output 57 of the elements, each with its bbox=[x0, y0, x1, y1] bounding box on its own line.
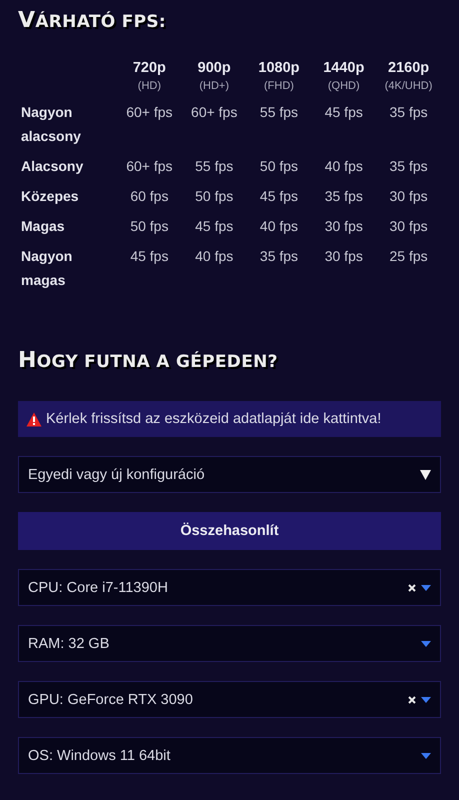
column-header: 720p bbox=[132, 59, 166, 77]
section-title: VÁRHATÓ FPS: bbox=[18, 8, 168, 33]
component-dropdown[interactable]: CPU: Core i7-11390H bbox=[18, 569, 441, 606]
update-link[interactable]: Kérlek frissítsd az eszközeid adatlapját ide kattintva! bbox=[18, 401, 441, 437]
section-title: HOGY FUTNA A GÉPEDEN? bbox=[18, 348, 279, 373]
table-cell-text: 60 fps bbox=[129, 187, 170, 206]
dropdown-arrow-icon bbox=[421, 752, 431, 758]
table-cell-text: 40 fps bbox=[194, 247, 234, 266]
table-cell-text: 45 fps bbox=[129, 247, 170, 266]
column-header: 900p bbox=[198, 59, 231, 77]
column-subheader: (HD+) bbox=[199, 80, 230, 92]
table-cell-text: 40 fps bbox=[324, 157, 364, 176]
clear-icon[interactable] bbox=[408, 696, 416, 704]
dropdown-arrow-icon bbox=[421, 640, 431, 646]
column-header: 2160p bbox=[388, 59, 430, 77]
table-cell-text: 30 fps bbox=[388, 187, 429, 206]
table-cell-text: 30 fps bbox=[324, 247, 364, 266]
row-label: Nagyon magas bbox=[21, 247, 74, 290]
table-cell-text: 35 fps bbox=[388, 157, 429, 176]
compare-button[interactable]: Összehasonlít bbox=[18, 512, 441, 550]
dropdown-arrow-icon bbox=[421, 696, 431, 702]
dropdown-arrow-icon bbox=[421, 584, 431, 590]
column-header: 1440p bbox=[323, 59, 364, 77]
table-cell-text: 55 fps bbox=[258, 103, 300, 122]
table-cell-text: 50 fps bbox=[194, 187, 234, 206]
table-cell-text: 35 fps bbox=[388, 103, 429, 122]
table-cell-text: 60+ fps bbox=[125, 103, 174, 122]
row-label: Alacsony bbox=[21, 157, 84, 176]
row-label: Nagyon alacsony bbox=[21, 103, 82, 146]
column-subheader: (FHD) bbox=[264, 80, 294, 92]
table-cell-text: 30 fps bbox=[388, 217, 429, 236]
row-label: Magas bbox=[21, 217, 66, 236]
table-cell-text: 45 fps bbox=[194, 217, 234, 236]
component-dropdown[interactable]: OS: Windows 11 64bit bbox=[18, 737, 441, 774]
column-subheader: (QHD) bbox=[328, 80, 360, 92]
config-dropdown[interactable]: Egyedi vagy új konfiguráció bbox=[18, 456, 441, 493]
column-header: 1080p bbox=[258, 59, 300, 77]
row-label: Közepes bbox=[21, 187, 80, 206]
dropdown-arrow-icon bbox=[420, 470, 431, 480]
table-cell-text: 40 fps bbox=[258, 217, 300, 236]
column-subheader: (HD) bbox=[138, 80, 161, 92]
table-cell-text: 45 fps bbox=[258, 187, 300, 206]
table-cell-text: 35 fps bbox=[324, 187, 364, 206]
clear-icon[interactable] bbox=[408, 584, 416, 592]
warning-icon bbox=[26, 412, 42, 426]
component-dropdown[interactable]: GPU: GeForce RTX 3090 bbox=[18, 681, 441, 718]
table-cell-text: 60+ fps bbox=[190, 103, 238, 122]
component-dropdown[interactable]: RAM: 32 GB bbox=[18, 625, 441, 662]
table-cell-text: 35 fps bbox=[258, 247, 300, 266]
table-cell-text: 50 fps bbox=[258, 157, 300, 176]
table-cell-text: 60+ fps bbox=[125, 157, 174, 176]
table-cell-text: 50 fps bbox=[129, 217, 170, 236]
table-cell-text: 45 fps bbox=[324, 103, 364, 122]
table-cell-text: 55 fps bbox=[194, 157, 234, 176]
table-cell-text: 25 fps bbox=[388, 247, 429, 266]
column-subheader: (4K/UHD) bbox=[384, 80, 432, 92]
table-cell-text: 30 fps bbox=[324, 217, 364, 236]
